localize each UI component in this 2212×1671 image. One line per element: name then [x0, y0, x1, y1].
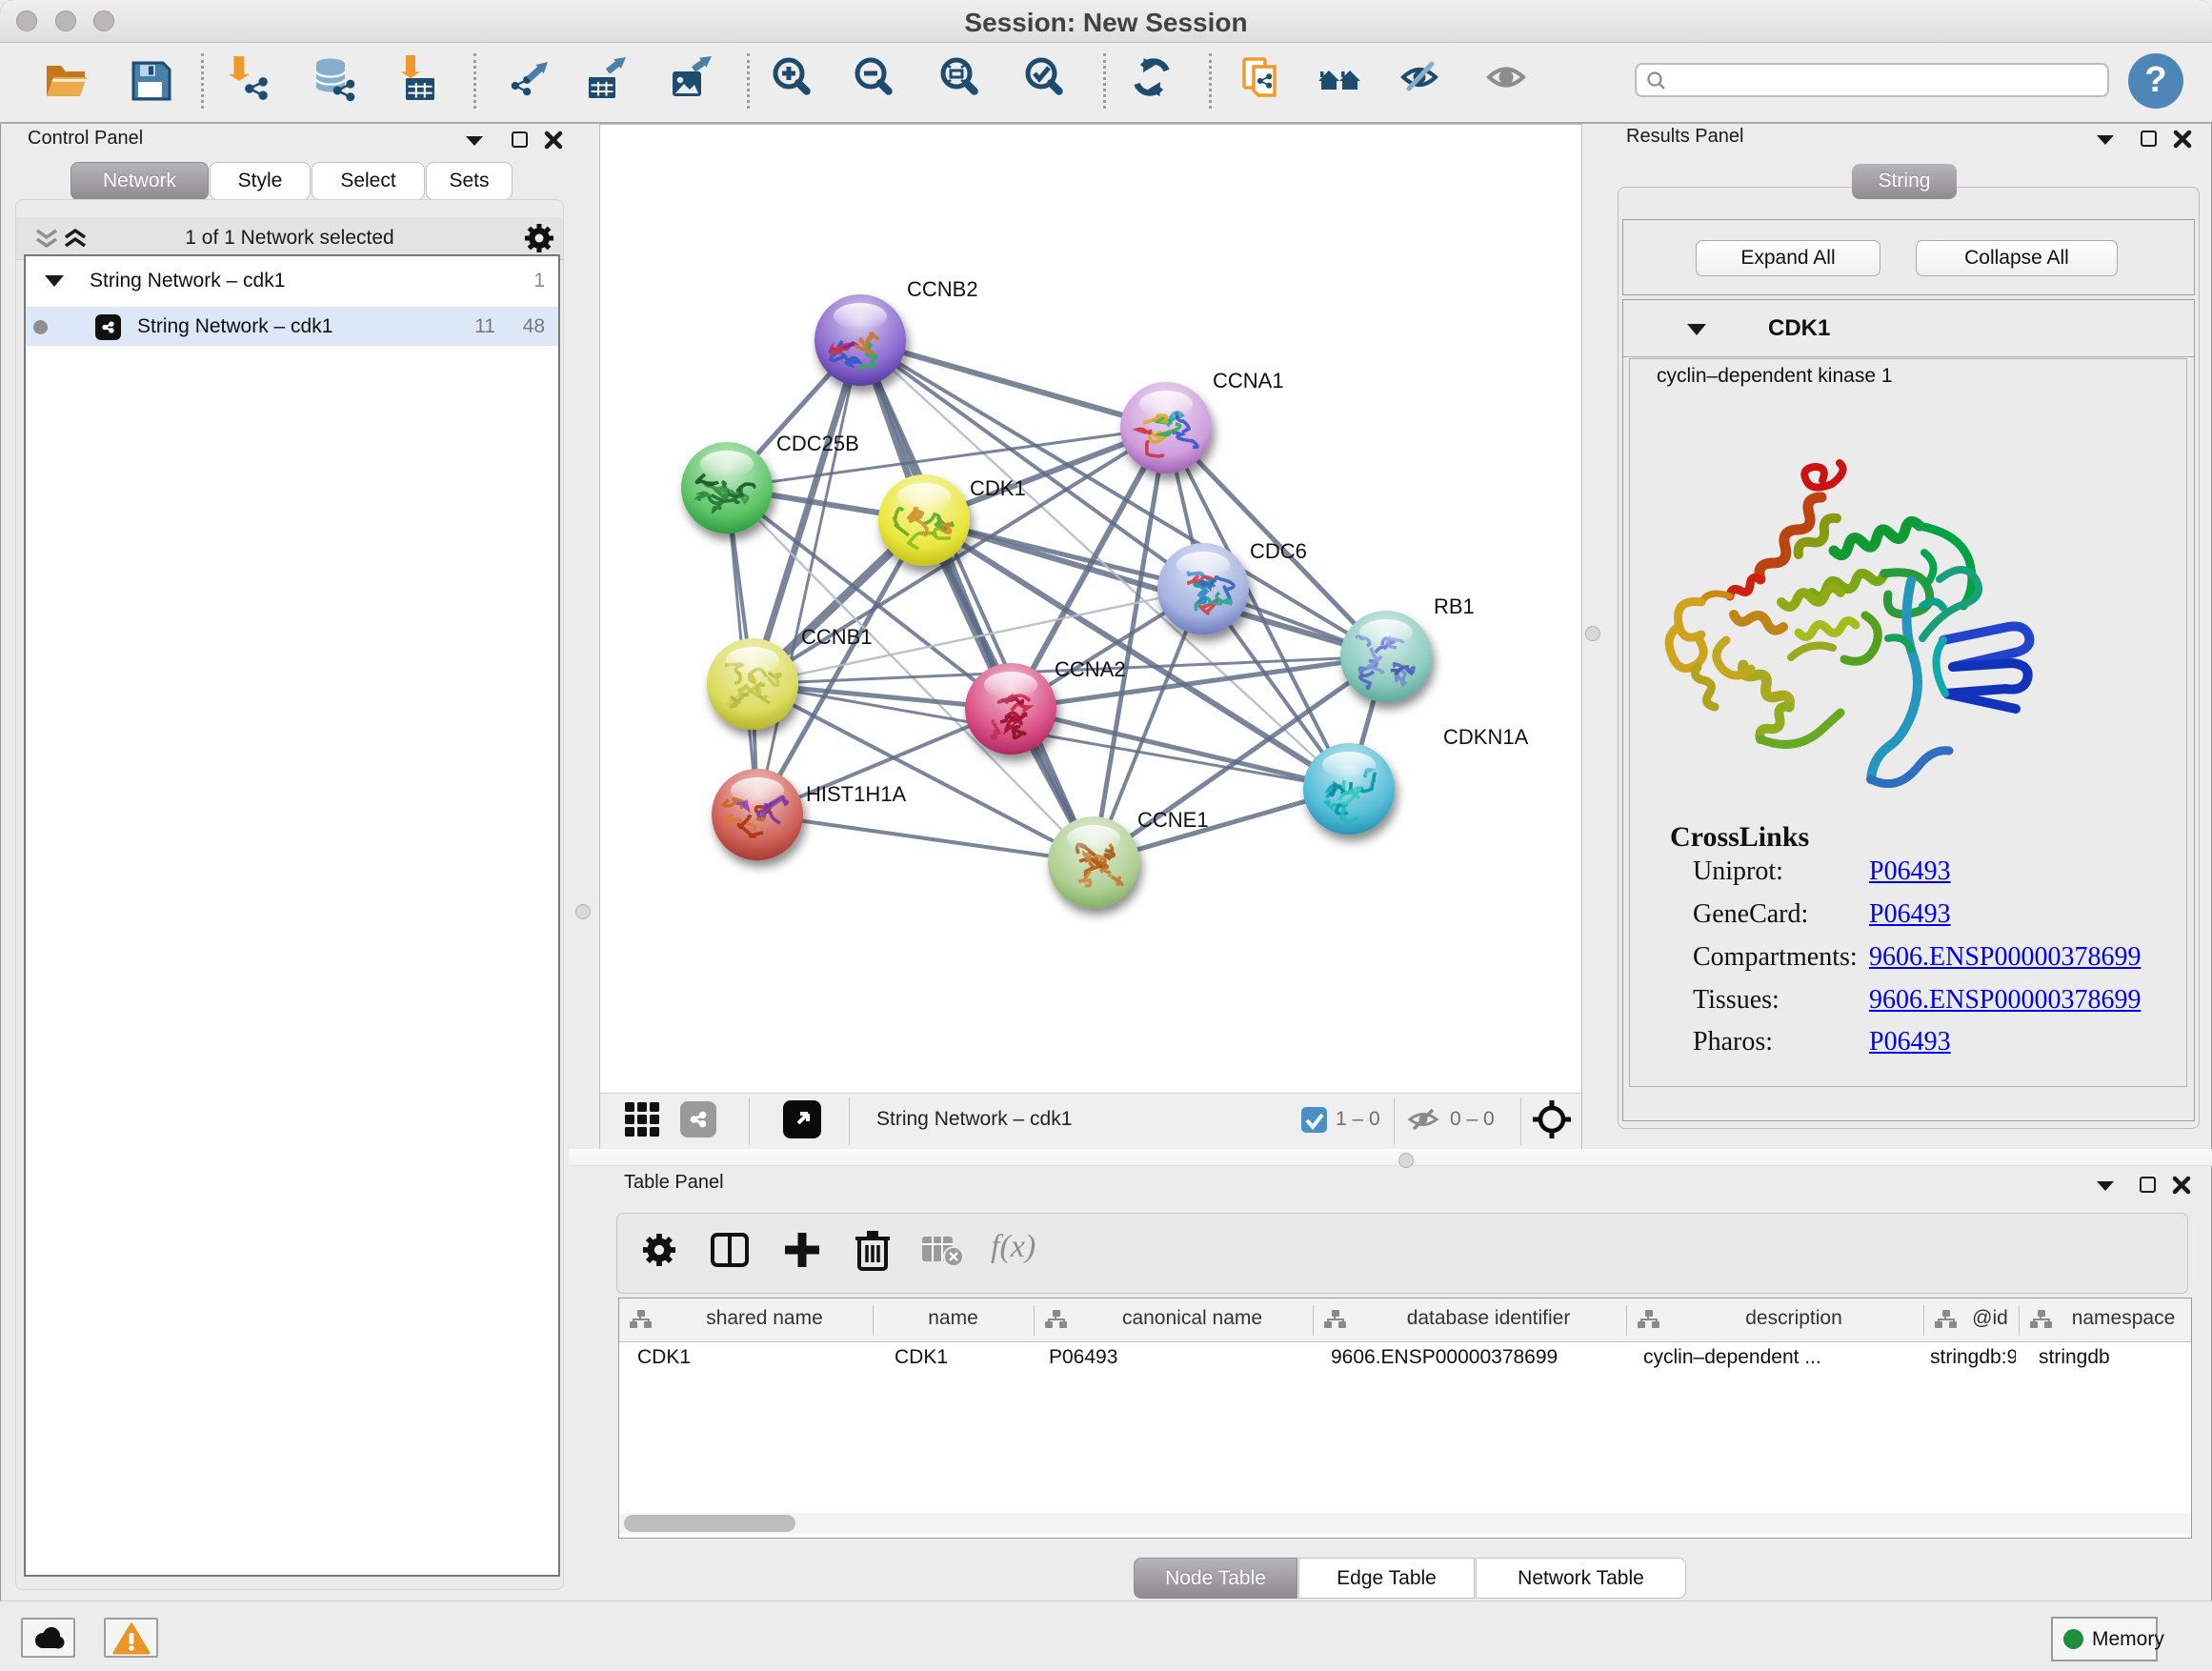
- svg-text:CDC6: CDC6: [1250, 539, 1307, 563]
- svg-text:CCNB2: CCNB2: [907, 277, 978, 301]
- svg-text:HIST1H1A: HIST1H1A: [806, 782, 906, 806]
- svg-text:RB1: RB1: [1434, 594, 1475, 618]
- svg-text:CCNA2: CCNA2: [1055, 657, 1126, 681]
- svg-text:CDKN1A: CDKN1A: [1443, 725, 1529, 749]
- svg-text:CCNA1: CCNA1: [1213, 369, 1284, 393]
- svg-text:CCNB1: CCNB1: [801, 625, 873, 649]
- svg-text:CDC25B: CDC25B: [776, 432, 859, 455]
- svg-text:CDK1: CDK1: [970, 476, 1026, 500]
- svg-text:CCNE1: CCNE1: [1137, 808, 1209, 832]
